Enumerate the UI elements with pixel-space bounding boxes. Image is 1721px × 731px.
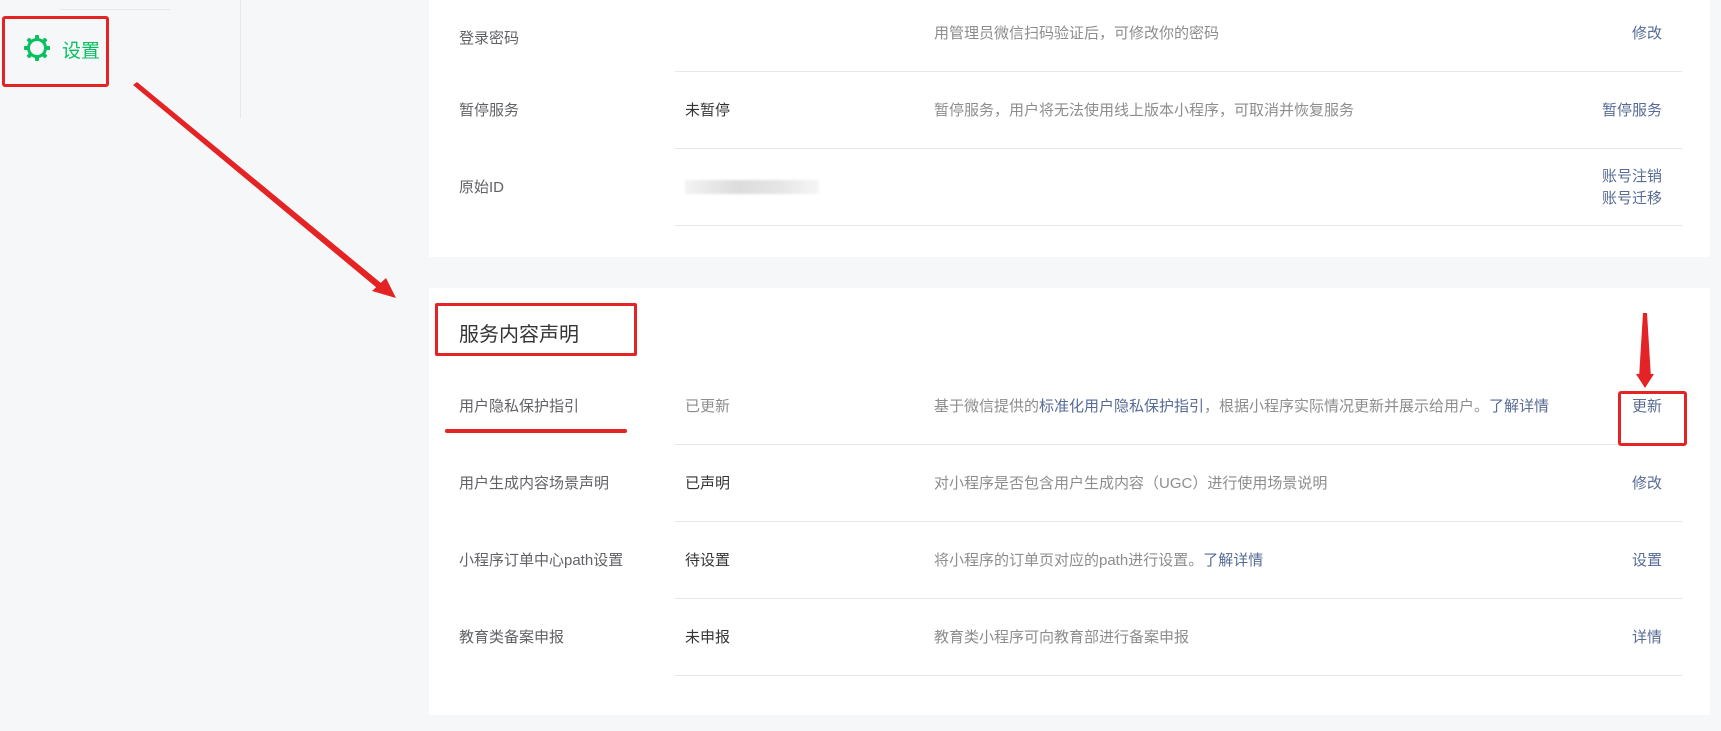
row-status: 未暂停 — [685, 102, 731, 119]
service-row-privacy-guide: 用户隐私保护指引 已更新 基于微信提供的标准化用户隐私保护指引，根据小程序实际情… — [429, 368, 1710, 445]
sidebar-divider — [60, 9, 170, 10]
row-status: 待设置 — [685, 552, 731, 569]
privacy-guide-standard-link[interactable]: 标准化用户隐私保护指引 — [1039, 398, 1204, 415]
gear-icon — [24, 35, 50, 61]
service-row-education-filing: 教育类备案申报 未申报 教育类小程序可向教育部进行备案申报 详情 — [429, 599, 1710, 676]
learn-more-link[interactable]: 了解详情 — [1489, 398, 1549, 415]
row-desc: 教育类小程序可向教育部进行备案申报 — [934, 629, 1190, 646]
row-name: 登录密码 — [459, 30, 520, 47]
row-desc: 暂停服务，用户将无法使用线上版本小程序，可取消并恢复服务 — [934, 102, 1355, 119]
education-filing-details-link[interactable]: 详情 — [1632, 599, 1662, 676]
row-desc: 对小程序是否包含用户生成内容（UGC）进行使用场景说明 — [934, 475, 1328, 492]
row-name: 暂停服务 — [459, 102, 520, 119]
annotation-update-box — [1618, 391, 1687, 446]
section-title: 服务内容声明 — [459, 324, 579, 346]
learn-more-link[interactable]: 了解详情 — [1203, 552, 1263, 569]
account-deregister-link[interactable]: 账号注销 — [1602, 166, 1662, 188]
row-desc: 用管理员微信扫码验证后，可修改你的密码 — [934, 25, 1220, 42]
modify-password-link[interactable]: 修改 — [1632, 0, 1662, 68]
modify-ugc-link[interactable]: 修改 — [1632, 445, 1662, 522]
row-name: 用户隐私保护指引 — [459, 398, 580, 415]
row-name: 用户生成内容场景声明 — [459, 475, 610, 492]
row-desc: 将小程序的订单页对应的path进行设置。了解详情 — [934, 522, 1263, 599]
row-status: 已声明 — [685, 475, 731, 492]
service-row-order-path: 小程序订单中心path设置 待设置 将小程序的订单页对应的path进行设置。了解… — [429, 522, 1710, 599]
original-id-value-redacted — [685, 180, 819, 194]
pause-service-link[interactable]: 暂停服务 — [1602, 72, 1662, 149]
set-order-path-link[interactable]: 设置 — [1632, 522, 1662, 599]
annotation-arrow-diagonal — [133, 82, 396, 298]
account-migrate-link[interactable]: 账号迁移 — [1602, 188, 1662, 210]
settings-row-original-id: 原始ID 账号注销 账号迁移 — [429, 149, 1710, 226]
row-status: 未申报 — [685, 629, 731, 646]
row-desc: 基于微信提供的标准化用户隐私保护指引，根据小程序实际情况更新并展示给用户。了解详… — [934, 368, 1549, 445]
row-name: 小程序订单中心path设置 — [459, 552, 624, 569]
desc-text: 基于微信提供的 — [934, 398, 1040, 415]
desc-text: ，根据小程序实际情况更新并展示给用户。 — [1204, 398, 1490, 415]
settings-row-password: 登录密码 用管理员微信扫码验证后，可修改你的密码 修改 — [429, 0, 1710, 77]
row-name: 教育类备案申报 — [459, 629, 565, 646]
sidebar-border — [240, 0, 241, 118]
row-divider — [675, 225, 1682, 226]
service-row-ugc: 用户生成内容场景声明 已声明 对小程序是否包含用户生成内容（UGC）进行使用场景… — [429, 445, 1710, 522]
settings-row-pause-service: 暂停服务 未暂停 暂停服务，用户将无法使用线上版本小程序，可取消并恢复服务 暂停… — [429, 72, 1710, 149]
desc-text: 将小程序的订单页对应的path进行设置。 — [934, 552, 1204, 569]
service-declaration-card: 服务内容声明 用户隐私保护指引 已更新 基于微信提供的标准化用户隐私保护指引，根… — [429, 288, 1710, 715]
account-settings-card: 登录密码 用管理员微信扫码验证后，可修改你的密码 修改 暂停服务 未暂停 暂停服… — [429, 0, 1710, 257]
original-id-actions: 账号注销 账号迁移 — [1602, 166, 1662, 210]
row-status: 已更新 — [685, 398, 731, 415]
row-divider — [675, 675, 1682, 676]
sidebar-item-settings[interactable]: 设置 — [2, 16, 109, 87]
annotation-underline — [445, 429, 627, 433]
sidebar-item-settings-label: 设置 — [62, 41, 101, 62]
row-name: 原始ID — [459, 179, 505, 196]
